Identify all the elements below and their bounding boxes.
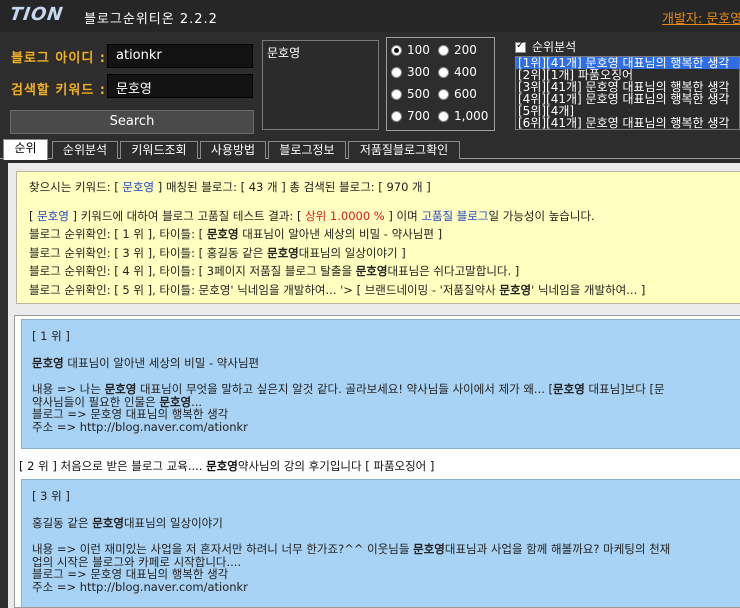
search-button[interactable]: Search	[10, 110, 254, 134]
radio-icon	[438, 89, 449, 100]
radio-icon	[391, 111, 402, 122]
result-address[interactable]: 주소 => http://blog.naver.com/ationkr	[32, 420, 738, 434]
radio-icon	[391, 89, 402, 100]
tab-usage[interactable]: 사용방법	[200, 141, 266, 159]
summary-line: [ 문호영 ] 키워드에 대하여 블로그 고품질 테스트 결과: [ 상위 1.…	[29, 208, 595, 223]
app-window: TION 블로그순위티온 2.2.2 개발자: 문호영 블로그 아이디 : at…	[0, 0, 740, 608]
radio-200[interactable]: 200	[438, 43, 477, 57]
result-plain-line: [ 2 위 ] 처음으로 받은 블로그 교육.... 문호영약사님의 강의 후기…	[19, 459, 435, 473]
summary-line: 블로그 순위확인: [ 5 위 ], 타이틀: 문호영' 닉네임을 개발하여..…	[29, 282, 646, 297]
keyword-input[interactable]: 문호영	[107, 74, 253, 98]
result-address[interactable]: 주소 => http://blog.naver.com/ationkr	[32, 580, 738, 594]
radio-icon	[438, 45, 449, 56]
radio-100[interactable]: 100	[391, 43, 430, 57]
tab-bar: 순위 순위분석 키워드조회 사용방법 블로그정보 저품질블로그확인	[0, 139, 740, 160]
blog-id-input[interactable]: ationkr	[107, 44, 253, 68]
rank-list-item[interactable]: [6위][41개] 문호영 대표님의 행복한 생각	[516, 117, 739, 129]
summary-line: 찾으시는 키워드: [ 문호영 ] 매칭된 블로그: [ 43 개 ] 총 검색…	[29, 180, 431, 194]
radio-700[interactable]: 700	[391, 109, 430, 123]
radio-600[interactable]: 600	[438, 87, 477, 101]
tab-rank-analysis[interactable]: 순위분석	[52, 141, 118, 159]
tab-rank[interactable]: 순위	[3, 139, 48, 160]
result-rank: [ 3 위 ]	[32, 489, 70, 503]
summary-box: 찾으시는 키워드: [ 문호영 ] 매칭된 블로그: [ 43 개 ] 총 검색…	[16, 171, 740, 304]
tab-blog-info[interactable]: 블로그정보	[268, 141, 346, 159]
content-area: 찾으시는 키워드: [ 문호영 ] 매칭된 블로그: [ 43 개 ] 총 검색…	[8, 163, 740, 608]
radio-checked-icon	[391, 45, 402, 56]
title-bar: TION 블로그순위티온 2.2.2 개발자: 문호영	[0, 0, 740, 32]
radio-icon	[438, 111, 449, 122]
rank-result-list[interactable]: [1위][41개] 문호영 대표님의 행복한 생각 [2위][1개] 파품오징어…	[515, 56, 740, 130]
radio-400[interactable]: 400	[438, 65, 477, 79]
result-card[interactable]: [ 1 위 ] 문호영 대표님이 알아낸 세상의 비밀 - 약사님편 내용 =>…	[21, 319, 740, 449]
radio-300[interactable]: 300	[391, 65, 430, 79]
results-panel[interactable]: [ 1 위 ] 문호영 대표님이 알아낸 세상의 비밀 - 약사님편 내용 =>…	[14, 315, 740, 608]
keyword-label: 검색할 키워드 :	[11, 83, 107, 98]
keyword-list-item[interactable]: 문호영	[267, 44, 374, 61]
app-title: 블로그순위티온 2.2.2	[84, 12, 218, 27]
count-radio-group: 100 200 300 400 500 600 700 1,000	[386, 37, 495, 131]
result-title: 홍길동 같은 문호영대표님의 일상이야기	[32, 515, 223, 530]
tab-low-quality-check[interactable]: 저품질블로그확인	[348, 141, 460, 159]
developer-link[interactable]: 개발자: 문호영	[662, 8, 740, 27]
radio-500[interactable]: 500	[391, 87, 430, 101]
blog-id-label: 블로그 아이디 :	[11, 51, 107, 66]
summary-line: 블로그 순위확인: [ 3 위 ], 타이틀: [ 홍길동 같은 문호영대표님의…	[29, 245, 406, 260]
result-blog: 블로그 => 문호영 대표님의 행복한 생각	[32, 567, 229, 581]
radio-icon	[391, 67, 402, 78]
tion-logo: TION	[8, 4, 65, 25]
summary-line: 블로그 순위확인: [ 4 위 ], 타이틀: [ 3페이지 저품질 블로그 탈…	[29, 264, 520, 278]
result-card[interactable]: [ 3 위 ] 홍길동 같은 문호영대표님의 일상이야기 내용 => 이런 재미…	[21, 479, 740, 607]
radio-icon	[438, 67, 449, 78]
result-content: 내용 => 이런 재미있는 사업을 저 혼자서만 하려니 너무 한가죠?^^ 이…	[32, 542, 671, 556]
result-rank: [ 1 위 ]	[32, 329, 70, 343]
rank-analysis-checkbox[interactable]: 순위분석	[515, 38, 576, 55]
result-blog: 블로그 => 문호영 대표님의 행복한 생각	[32, 407, 229, 421]
result-title: 문호영 대표님이 알아낸 세상의 비밀 - 약사님편	[32, 355, 260, 370]
tab-keyword-lookup[interactable]: 키워드조회	[120, 141, 198, 159]
checkbox-checked-icon	[515, 40, 526, 53]
keyword-list-box[interactable]: 문호영	[262, 40, 379, 130]
summary-line: 블로그 순위확인: [ 1 위 ], 타이틀: [ 문호영 대표님이 알아낸 세…	[29, 227, 443, 241]
radio-1000[interactable]: 1,000	[438, 109, 488, 123]
